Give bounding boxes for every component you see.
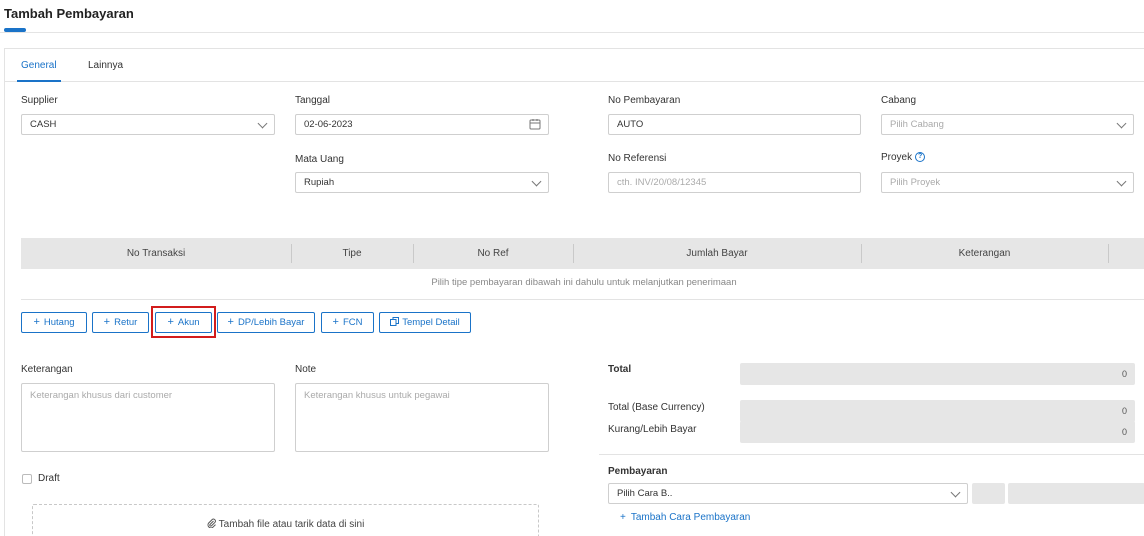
tanggal-label: Tanggal: [295, 95, 331, 106]
table-header: No Transaksi Tipe No Ref Jumlah Bayar Ke…: [21, 238, 1144, 269]
kurang-lebih-value-box: 0: [740, 421, 1135, 443]
draft-label: Draft: [38, 473, 60, 484]
total-base-label: Total (Base Currency): [608, 402, 705, 413]
no-referensi-placeholder: cth. INV/20/08/12345: [617, 177, 707, 188]
tanggal-value: 02-06-2023: [304, 119, 353, 130]
draft-checkbox[interactable]: [22, 474, 32, 484]
page-title: Tambah Pembayaran: [4, 6, 134, 21]
add-hutang-button[interactable]: + Hutang: [21, 312, 87, 333]
tambah-cara-bayar-label: Tambah Cara Pembayaran: [630, 512, 751, 523]
add-fcn-label: FCN: [342, 317, 363, 328]
payment-account-box: [972, 483, 1005, 504]
dropzone-content: Tambah file atau tarik data di sini: [33, 518, 538, 530]
tab-general[interactable]: General: [21, 60, 57, 71]
cara-bayar-placeholder: Pilih Cara B..: [617, 488, 673, 499]
tambah-cara-bayar-link[interactable]: + Tambah Cara Pembayaran: [620, 512, 750, 523]
akun-highlight-box: [151, 306, 216, 338]
note-placeholder: Keterangan khusus untuk pegawai: [304, 390, 450, 401]
plus-icon: +: [227, 316, 234, 328]
payment-amount-box: [1008, 483, 1144, 504]
column-keterangan: Keterangan: [958, 248, 1011, 259]
add-retur-label: Retur: [114, 317, 138, 328]
form-card: General Lainnya Supplier CASH Tanggal 02…: [4, 48, 1144, 536]
column-no-transaksi: No Transaksi: [126, 248, 186, 259]
supplier-value: CASH: [30, 119, 57, 130]
total-label: Total: [608, 364, 632, 375]
paperclip-icon: [207, 518, 216, 529]
proyek-label-text: Proyek: [881, 152, 913, 163]
chevron-down-icon: [1116, 118, 1127, 129]
keterangan-textarea[interactable]: Keterangan khusus dari customer: [21, 383, 275, 452]
tanggal-datepicker[interactable]: 02-06-2023: [295, 114, 549, 135]
cabang-label: Cabang: [881, 95, 917, 106]
add-retur-button[interactable]: + Retur: [92, 312, 149, 333]
no-referensi-label: No Referensi: [608, 153, 667, 164]
supplier-label: Supplier: [21, 95, 58, 106]
plus-icon: +: [332, 316, 339, 328]
tempel-detail-label: Tempel Detail: [402, 317, 460, 328]
tempel-detail-button[interactable]: Tempel Detail: [379, 312, 471, 333]
mata-uang-value: Rupiah: [304, 177, 335, 188]
cara-bayar-select[interactable]: Pilih Cara B..: [608, 483, 968, 504]
column-divider: [1108, 244, 1109, 263]
chevron-down-icon: [950, 487, 961, 498]
add-fcn-button[interactable]: + FCN: [321, 312, 374, 333]
mata-uang-label: Mata Uang: [295, 154, 344, 165]
no-referensi-input[interactable]: cth. INV/20/08/12345: [608, 172, 861, 193]
total-value-box: 0: [740, 363, 1135, 385]
kurang-lebih-label: Kurang/Lebih Bayar: [608, 424, 697, 435]
file-dropzone[interactable]: Tambah file atau tarik data di sini: [32, 504, 539, 536]
column-jumlah-bayar: Jumlah Bayar: [686, 248, 748, 259]
dropzone-label: Tambah file atau tarik data di sini: [218, 519, 365, 530]
calendar-icon: [529, 119, 541, 130]
proyek-label: Proyek?: [881, 152, 926, 163]
add-dp-label: DP/Lebih Bayar: [237, 317, 305, 328]
summary-divider: [599, 454, 1144, 455]
no-pembayaran-value: AUTO: [617, 119, 644, 130]
note-textarea[interactable]: Keterangan khusus untuk pegawai: [295, 383, 549, 452]
total-base-value-box: 0: [740, 400, 1135, 422]
title-divider: [0, 32, 1144, 33]
tab-bar: General Lainnya: [5, 49, 1144, 82]
column-tipe: Tipe: [342, 248, 362, 259]
add-dp-button[interactable]: + DP/Lebih Bayar: [217, 312, 315, 333]
pembayaran-label: Pembayaran: [608, 466, 668, 477]
mata-uang-select[interactable]: Rupiah: [295, 172, 549, 193]
plus-icon: +: [33, 316, 40, 328]
no-pembayaran-input[interactable]: AUTO: [608, 114, 861, 135]
cabang-select[interactable]: Pilih Cabang: [881, 114, 1134, 135]
note-label: Note: [295, 364, 317, 375]
proyek-placeholder: Pilih Proyek: [890, 177, 941, 188]
add-hutang-label: Hutang: [43, 317, 75, 328]
keterangan-placeholder: Keterangan khusus dari customer: [30, 390, 173, 401]
chevron-down-icon: [531, 176, 542, 187]
active-tab-indicator: [17, 80, 61, 82]
supplier-select[interactable]: CASH: [21, 114, 275, 135]
plus-icon: +: [103, 316, 111, 328]
no-pembayaran-label: No Pembayaran: [608, 95, 681, 106]
plus-icon: +: [620, 512, 626, 523]
help-icon[interactable]: ?: [915, 152, 926, 162]
copy-icon: [390, 317, 400, 326]
cabang-placeholder: Pilih Cabang: [890, 119, 944, 130]
table-empty-message: Pilih tipe pembayaran dibawah ini dahulu…: [431, 277, 737, 288]
keterangan-label: Keterangan: [21, 364, 73, 375]
tab-lainnya[interactable]: Lainnya: [88, 60, 123, 71]
proyek-select[interactable]: Pilih Proyek: [881, 172, 1134, 193]
chevron-down-icon: [1116, 176, 1127, 187]
table-divider: [21, 299, 1144, 300]
column-no-ref: No Ref: [477, 248, 509, 259]
chevron-down-icon: [257, 118, 268, 129]
